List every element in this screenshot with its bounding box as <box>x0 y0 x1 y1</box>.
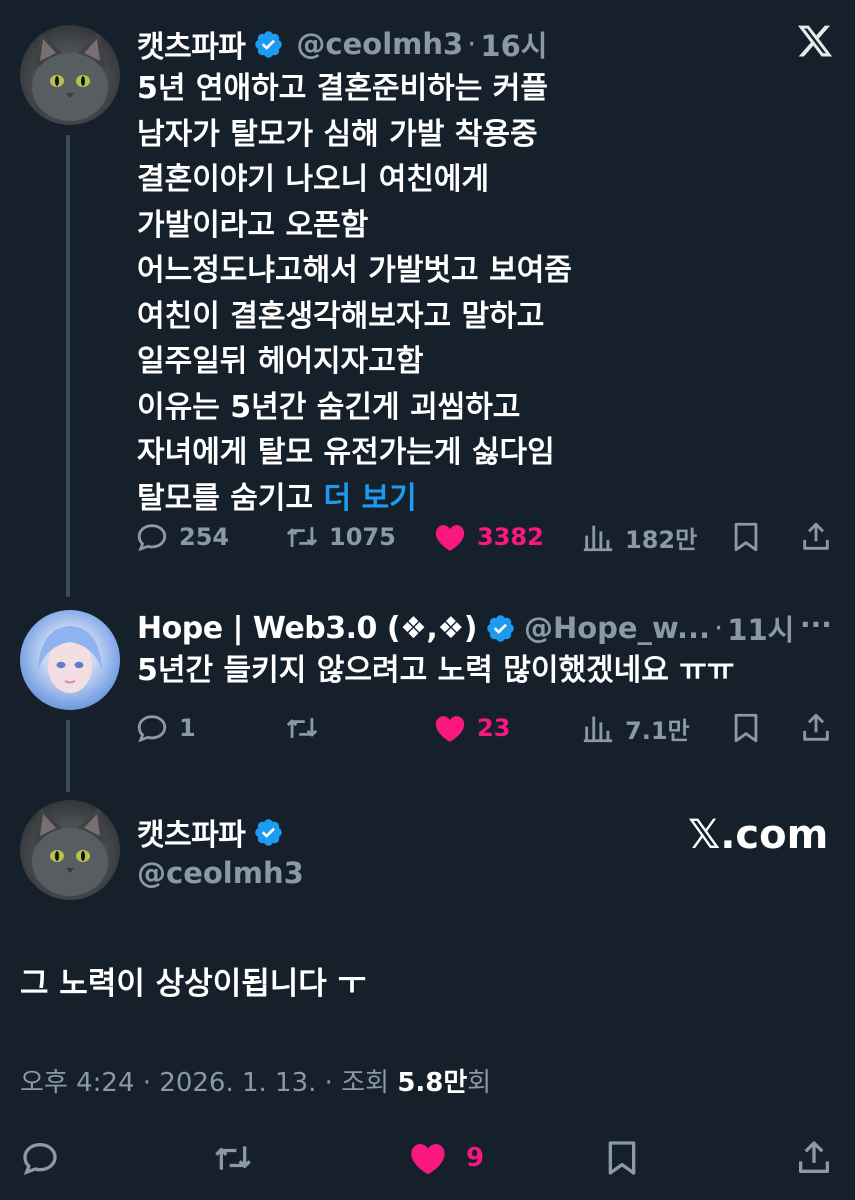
like-count: 9 <box>466 1143 485 1173</box>
share-button[interactable] <box>799 711 833 745</box>
post2-separator: · <box>714 611 724 645</box>
avatar-hope[interactable] <box>20 610 120 710</box>
post1-line: 자녀에게 탈모 유전가는게 싫다임 <box>137 435 555 470</box>
bookmark-button[interactable] <box>602 1138 642 1178</box>
retweet-icon <box>286 718 318 738</box>
views-count: 182만 <box>625 525 698 554</box>
bookmark-icon <box>734 522 758 552</box>
post1-handle[interactable]: @ceolmh3 <box>296 27 463 61</box>
bookmark-button[interactable] <box>729 711 763 745</box>
like-count: 23 <box>477 714 511 742</box>
post3-text: 그 노력이 상상이됩니다 ㅜ <box>20 966 367 1002</box>
post1-separator: · <box>467 27 477 61</box>
post3-views-value: 5.8만 <box>397 1068 468 1098</box>
reply-count: 254 <box>179 523 230 551</box>
post3-timestamp[interactable]: 오후 4:24 · 2026. 1. 13. · 조회 <box>20 1068 389 1098</box>
post1-actions: 254 1075 3382 182만 <box>135 515 835 559</box>
reply-button[interactable]: 254 <box>135 520 229 554</box>
heart-filled-icon <box>435 716 465 742</box>
post2-header: Hope | Web3.0 (❖,❖) @Hope_w... · 11시 <box>137 607 794 649</box>
bookmark-icon <box>734 713 758 743</box>
post1-line: 가발이라고 오픈함 <box>137 207 369 243</box>
post1-display-name[interactable]: 캣츠파파 <box>137 22 246 66</box>
post2-display-name[interactable]: Hope | Web3.0 (❖,❖) <box>137 611 477 646</box>
post1-line: 결혼이야기 나오니 여친에게 <box>137 162 490 197</box>
avatar-catspapa[interactable] <box>20 800 120 900</box>
retweet-button[interactable] <box>285 711 319 745</box>
retweet-button[interactable] <box>213 1138 253 1178</box>
verified-badge-icon <box>255 818 283 846</box>
share-icon <box>803 713 829 741</box>
bookmark-button[interactable] <box>729 520 763 554</box>
heart-filled-icon <box>411 1144 445 1174</box>
share-icon <box>799 1141 829 1173</box>
views-button[interactable]: 7.1만 <box>581 711 690 746</box>
post2-time[interactable]: 11시 <box>727 607 794 649</box>
thread-connector-line <box>66 135 70 597</box>
post3-handle[interactable]: @ceolmh3 <box>137 856 304 890</box>
x-com-watermark: 𝕏.com <box>688 812 829 858</box>
retweet-icon <box>286 527 318 547</box>
reply-icon <box>137 715 167 743</box>
show-more-link[interactable]: 더 보기 <box>324 481 417 516</box>
retweet-count: 1075 <box>329 523 396 551</box>
post2-actions: 1 23 7.1만 <box>135 706 835 750</box>
post1-time[interactable]: 16시 <box>480 23 547 65</box>
post1-line: 일주일뒤 헤어지자고함 <box>137 344 424 379</box>
post1-line: 남자가 탈모가 심해 가발 착용중 <box>137 116 538 152</box>
post1-line: 여친이 결혼생각해보자고 말하고 <box>137 298 545 334</box>
like-button[interactable]: 9 <box>408 1138 484 1178</box>
post3-display-name[interactable]: 캣츠파파 <box>137 810 246 854</box>
reply-button[interactable]: 1 <box>135 711 196 745</box>
like-button[interactable]: 23 <box>433 711 510 745</box>
like-button[interactable]: 3382 <box>433 520 544 554</box>
post2-handle[interactable]: @Hope_w... <box>524 611 710 645</box>
reply-icon <box>137 524 167 552</box>
views-count: 7.1만 <box>625 716 690 745</box>
more-options-icon[interactable]: ··· <box>800 608 832 641</box>
x-logo-icon[interactable] <box>796 22 834 60</box>
post1-body: 5년 연애하고 결혼준비하는 커플 남자가 탈모가 심해 가발 착용중 결혼이야… <box>137 66 572 521</box>
like-count: 3382 <box>477 523 544 551</box>
post2-body: 5년간 들키지 않으려고 노력 많이했겠네요 ㅠㅠ <box>137 648 735 694</box>
verified-badge-icon <box>487 614 514 642</box>
avatar-catspapa[interactable] <box>20 25 120 125</box>
post2-text: 5년간 들키지 않으려고 노력 많이했겠네요 ㅠㅠ <box>137 653 735 688</box>
post1-last-line-text: 탈모를 숨기고 <box>137 480 314 516</box>
post1-line: 5년 연애하고 결혼준비하는 커플 <box>137 71 549 106</box>
bookmark-icon <box>608 1141 636 1175</box>
views-button[interactable]: 182만 <box>581 520 697 555</box>
post3-meta: 오후 4:24 · 2026. 1. 13. · 조회 5.8만회 <box>20 1062 491 1099</box>
post3-views-suffix: 회 <box>467 1068 492 1098</box>
post1-line: 어느정도냐고해서 가발벗고 보여줌 <box>137 253 572 288</box>
post3-header: 캣츠파파 <box>137 810 284 854</box>
reply-count: 1 <box>179 714 196 742</box>
views-chart-icon <box>583 716 613 743</box>
share-button[interactable] <box>799 520 833 554</box>
thread-connector-line <box>66 720 70 792</box>
heart-filled-icon <box>435 525 465 551</box>
verified-badge-icon <box>255 30 283 58</box>
reply-icon <box>23 1142 57 1175</box>
views-chart-icon <box>583 525 613 552</box>
share-icon <box>803 522 829 550</box>
post1-line: 이유는 5년간 숨긴게 괴씸하고 <box>137 389 521 425</box>
post3-body: 그 노력이 상상이됩니다 ㅜ <box>20 962 366 1008</box>
share-button[interactable] <box>794 1138 834 1178</box>
reply-button[interactable] <box>20 1138 60 1178</box>
post3-actions: 9 <box>0 1138 855 1182</box>
post1-header: 캣츠파파 @ceolmh3 · 16시 <box>137 22 547 66</box>
retweet-icon <box>215 1146 251 1170</box>
retweet-button[interactable]: 1075 <box>285 520 396 554</box>
